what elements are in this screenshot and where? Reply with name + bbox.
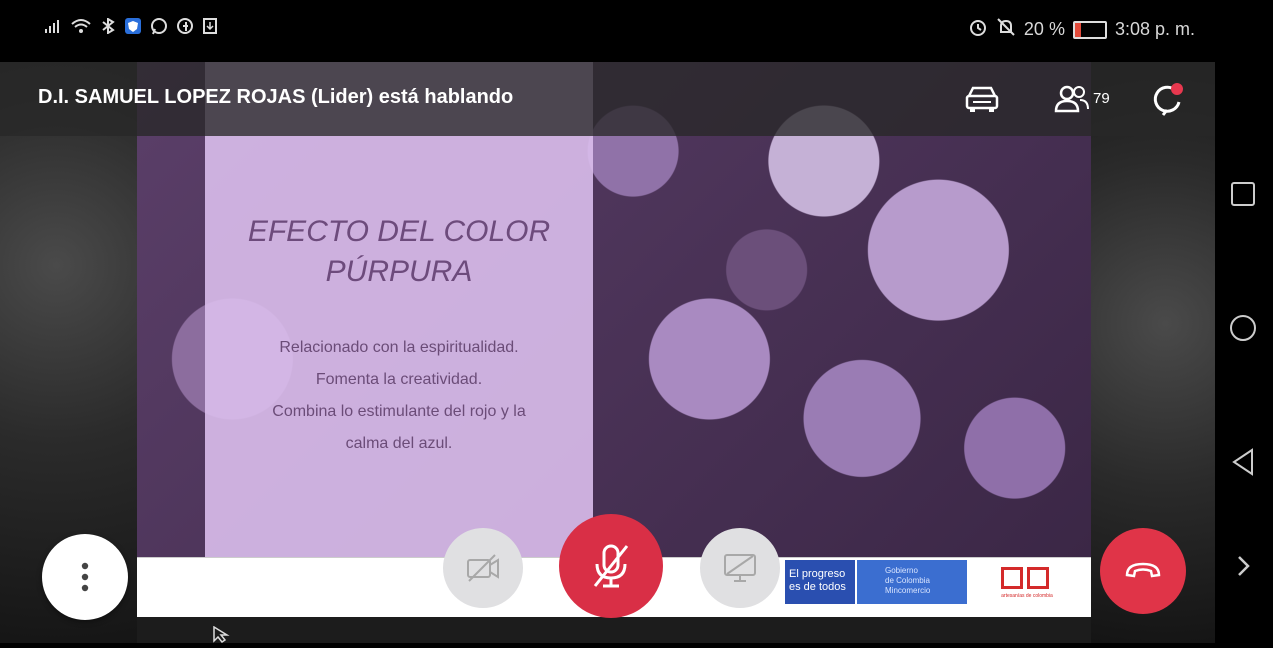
gobierno-line3: Mincomercio: [885, 586, 931, 595]
slide-body-line: Relacionado con la espiritualidad.: [279, 339, 519, 356]
back-button[interactable]: [1225, 444, 1261, 480]
logo-square-left: [1001, 567, 1023, 589]
mouse-cursor-icon: [212, 625, 230, 648]
slide-body-line: calma del azul.: [345, 435, 453, 452]
logo-square-right: [1027, 567, 1049, 589]
status-time: 3:08 p. m.: [1114, 19, 1195, 39]
signal-icon: [44, 18, 62, 34]
slide-bottom-strip: [137, 617, 1091, 643]
recents-button[interactable]: [1225, 176, 1261, 212]
home-circle-icon: [1230, 315, 1256, 341]
slide-title-line1: EFECTO DEL COLOR: [247, 215, 551, 248]
battery-percent: 20 %: [1023, 19, 1065, 39]
slide-title-line2: PÚRPURA: [325, 255, 473, 288]
chat-button[interactable]: [1145, 78, 1189, 120]
facebook-icon: [176, 17, 194, 35]
mic-muted-icon: [593, 544, 629, 588]
back-triangle-icon: [1232, 448, 1253, 476]
slide-text-panel: EFECTO DEL COLOR PÚRPURA Relacionado con…: [205, 62, 593, 557]
slide-body-line: Combina lo estimulante del rojo y la: [272, 403, 526, 420]
shield-app-icon: [124, 17, 142, 35]
active-speaker-bar: D.I. SAMUEL LOPEZ ROJAS (Lider) está hab…: [0, 62, 1215, 136]
home-button[interactable]: [1225, 310, 1261, 346]
progreso-line1: El progreso: [789, 568, 846, 580]
gobierno-logo: Gobierno de Colombia Mincomercio: [857, 560, 967, 604]
mic-toggle-button[interactable]: [559, 514, 663, 618]
status-bar: 20 % 3:08 p. m.: [0, 0, 1273, 62]
slide-body: Relacionado con la espiritualidad. Fomen…: [205, 332, 593, 460]
chevron-right-icon: [1238, 556, 1250, 576]
battery-icon: [1072, 20, 1107, 39]
screen-share-button[interactable]: [700, 528, 780, 608]
whatsapp-icon: [150, 17, 168, 35]
slide-title: EFECTO DEL COLOR PÚRPURA: [205, 212, 593, 292]
logo-caption: artesanías de colombia: [1001, 593, 1053, 599]
car-mode-button[interactable]: [960, 78, 1004, 120]
camera-toggle-button[interactable]: [443, 528, 523, 608]
participants-button[interactable]: [1050, 78, 1094, 120]
chat-icon: [1153, 83, 1183, 116]
android-nav-bar: [1215, 62, 1273, 643]
artesanias-logo: artesanías de colombia: [997, 563, 1057, 601]
hang-up-icon: [1125, 562, 1161, 578]
participants-count: 79: [1093, 90, 1110, 107]
camera-off-icon: [467, 554, 499, 582]
progreso-logo: El progreso es de todos: [785, 560, 855, 604]
wifi-icon: [70, 18, 92, 34]
bluetooth-icon: [100, 18, 116, 34]
alarm-icon: [968, 17, 988, 42]
status-left-icons: [44, 17, 218, 35]
more-vertical-icon: [81, 562, 89, 592]
nav-expand-button[interactable]: [1225, 548, 1261, 584]
car-icon: [965, 86, 999, 112]
slide-body-line: Fomenta la creatividad.: [315, 371, 483, 388]
battery-fill: [1074, 22, 1081, 37]
more-options-button[interactable]: [42, 534, 128, 620]
recents-square-icon: [1231, 182, 1255, 206]
screen-share-off-icon: [724, 554, 756, 582]
shared-screen: EFECTO DEL COLOR PÚRPURA Relacionado con…: [0, 62, 1215, 643]
progreso-line2: es de todos: [789, 581, 846, 593]
gobierno-line2: de Colombia: [885, 576, 930, 585]
gobierno-line1: Gobierno: [885, 566, 918, 575]
status-right: 20 % 3:08 p. m.: [968, 17, 1195, 42]
participants-icon: [1054, 85, 1089, 113]
notification-icon: [202, 17, 218, 35]
silent-icon: [996, 17, 1016, 42]
end-call-button[interactable]: [1100, 528, 1186, 614]
active-speaker-text: D.I. SAMUEL LOPEZ ROJAS (Lider) está hab…: [38, 86, 514, 108]
